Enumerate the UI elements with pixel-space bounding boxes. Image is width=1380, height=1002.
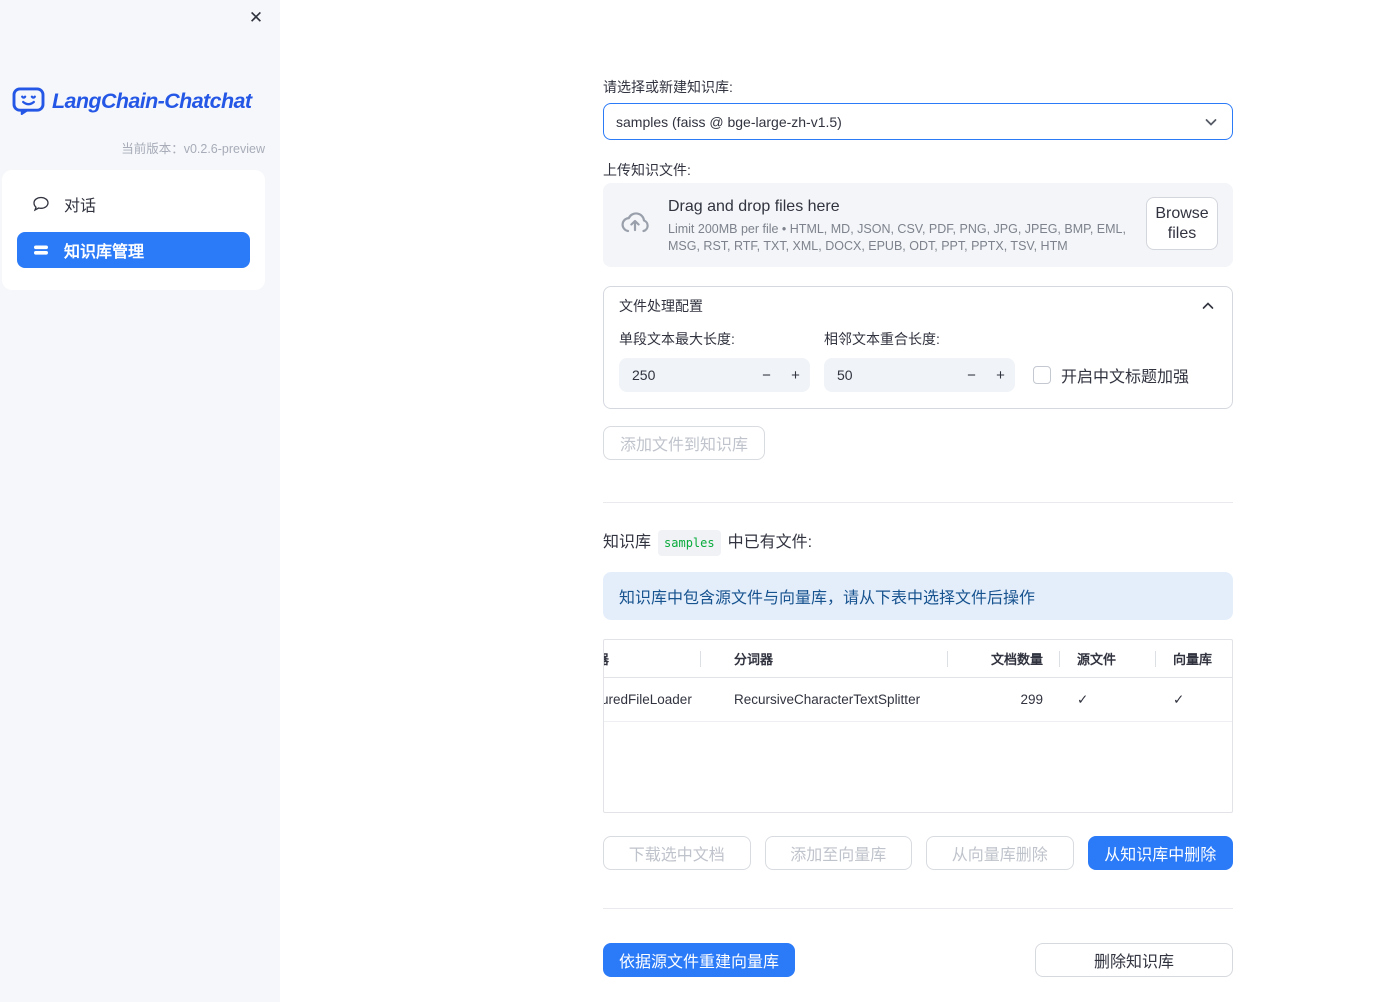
- overlap-size-label: 相邻文本重合长度:: [824, 331, 940, 347]
- overlap-size-value: 50: [837, 367, 853, 383]
- sidebar: ✕ LangChain-Chatchat 当前版本：v0.2.6-preview…: [0, 0, 280, 1002]
- file-config-expander-header[interactable]: 文件处理配置: [604, 287, 1232, 324]
- kb-actions-row: 依据源文件重建向量库 删除知识库: [603, 943, 1233, 977]
- delete-from-kb-button[interactable]: 从知识库中删除: [1087, 836, 1233, 870]
- minus-stepper-icon[interactable]: −: [957, 358, 986, 392]
- file-dropzone[interactable]: Drag and drop files here Limit 200MB per…: [603, 183, 1233, 267]
- expander-title: 文件处理配置: [619, 297, 703, 314]
- cloud-upload-icon: [618, 207, 652, 241]
- table-header-splitter: 分词器: [700, 640, 947, 677]
- sidebar-item-label: 对话: [64, 198, 97, 215]
- cell-splitter: RecursiveCharacterTextSplitter: [734, 692, 921, 707]
- file-actions-row: 下载选中文档 添加至向量库 从向量库删除 从知识库中删除: [603, 836, 1233, 870]
- version-text: 当前版本：v0.2.6-preview: [121, 142, 265, 156]
- logo-text: LangChain-Chatchat: [52, 89, 252, 113]
- table-row[interactable]: uredFileLoader RecursiveCharacterTextSpl…: [604, 678, 1232, 722]
- cell-loader: uredFileLoader: [604, 692, 692, 707]
- cell-vector-store-check: ✓: [1155, 678, 1232, 721]
- kb-heading-suffix: 中已有文件:: [727, 534, 813, 551]
- checkbox-icon: [1033, 366, 1051, 384]
- main-content: 请选择或新建知识库: samples (faiss @ bge-large-zh…: [603, 0, 1233, 977]
- delete-from-vector-store-button[interactable]: 从向量库删除: [926, 836, 1074, 870]
- download-selected-button[interactable]: 下载选中文档: [603, 836, 751, 870]
- logo: LangChain-Chatchat: [12, 87, 252, 116]
- close-sidebar-icon[interactable]: ✕: [244, 6, 268, 30]
- upload-label: 上传知识文件:: [603, 162, 691, 178]
- rebuild-vector-store-button[interactable]: 依据源文件重建向量库: [603, 943, 796, 977]
- divider: [603, 502, 1233, 503]
- table-header-row: 器 分词器 文档数量 源文件 向量库: [604, 640, 1232, 678]
- browse-files-button[interactable]: Browse files: [1146, 197, 1218, 250]
- info-alert: 知识库中包含源文件与向量库，请从下表中选择文件后操作: [603, 572, 1233, 620]
- kb-heading-prefix: 知识库: [603, 534, 652, 551]
- files-table[interactable]: 器 分词器 文档数量 源文件 向量库 uredFileLoader Recurs…: [603, 639, 1233, 813]
- check-icon: ✓: [1173, 691, 1185, 707]
- cell-source-file-check: ✓: [1059, 678, 1155, 721]
- plus-stepper-icon[interactable]: +: [986, 358, 1015, 392]
- add-files-to-kb-button[interactable]: 添加文件到知识库: [603, 426, 766, 460]
- sidebar-item-dialogue[interactable]: 对话: [17, 186, 250, 222]
- dropzone-text: Drag and drop files here Limit 200MB per…: [668, 197, 1130, 254]
- kb-name-code-chip: samples: [658, 530, 721, 556]
- dropzone-limit-text: Limit 200MB per file • HTML, MD, JSON, C…: [668, 222, 1126, 253]
- table-header-source-file: 源文件: [1059, 640, 1155, 677]
- chunk-size-input[interactable]: 250 − +: [619, 358, 810, 392]
- chat-bubble-icon: [33, 196, 50, 213]
- minus-stepper-icon[interactable]: −: [752, 358, 781, 392]
- chevron-up-icon: [1199, 297, 1217, 315]
- zh-title-enhance-checkbox[interactable]: 开启中文标题加强: [1033, 358, 1189, 392]
- delete-kb-button[interactable]: 删除知识库: [1035, 943, 1233, 977]
- check-icon: ✓: [1077, 691, 1089, 707]
- chevron-down-icon: [1202, 113, 1220, 131]
- kb-select-label: 请选择或新建知识库:: [603, 79, 733, 95]
- kb-select-value: samples (faiss @ bge-large-zh-v1.5): [616, 113, 842, 130]
- zh-title-enhance-label: 开启中文标题加强: [1061, 369, 1190, 386]
- overlap-size-input[interactable]: 50 − +: [824, 358, 1015, 392]
- file-config-expander: 文件处理配置 单段文本最大长度: 250 − + 相邻文本重合长度: 50 − …: [603, 286, 1233, 409]
- chunk-size-value: 250: [632, 367, 656, 383]
- add-to-vector-store-button[interactable]: 添加至向量库: [764, 836, 912, 870]
- list-icon: [33, 242, 50, 259]
- table-header-vector-store: 向量库: [1155, 640, 1232, 677]
- info-alert-text: 知识库中包含源文件与向量库，请从下表中选择文件后操作: [619, 590, 1036, 607]
- file-config-body: 单段文本最大长度: 250 − + 相邻文本重合长度: 50 − + 开启中文标…: [604, 324, 1232, 408]
- dropzone-title: Drag and drop files here: [668, 198, 840, 215]
- kb-select[interactable]: samples (faiss @ bge-large-zh-v1.5): [603, 103, 1233, 140]
- table-header-docs-count: 文档数量: [947, 640, 1059, 677]
- sidebar-item-label: 知识库管理: [64, 244, 145, 261]
- chat-smiley-logo-icon: [12, 87, 45, 116]
- sidebar-item-kb-management[interactable]: 知识库管理: [17, 232, 250, 268]
- table-header-loader: 器: [604, 640, 700, 677]
- sidebar-nav: 对话 知识库管理: [2, 170, 265, 290]
- plus-stepper-icon[interactable]: +: [781, 358, 810, 392]
- chunk-size-label: 单段文本最大长度:: [619, 331, 735, 347]
- cell-docs-count: 299: [1020, 692, 1043, 707]
- kb-files-heading: 知识库 samples 中已有文件:: [603, 530, 1233, 556]
- divider: [603, 908, 1233, 909]
